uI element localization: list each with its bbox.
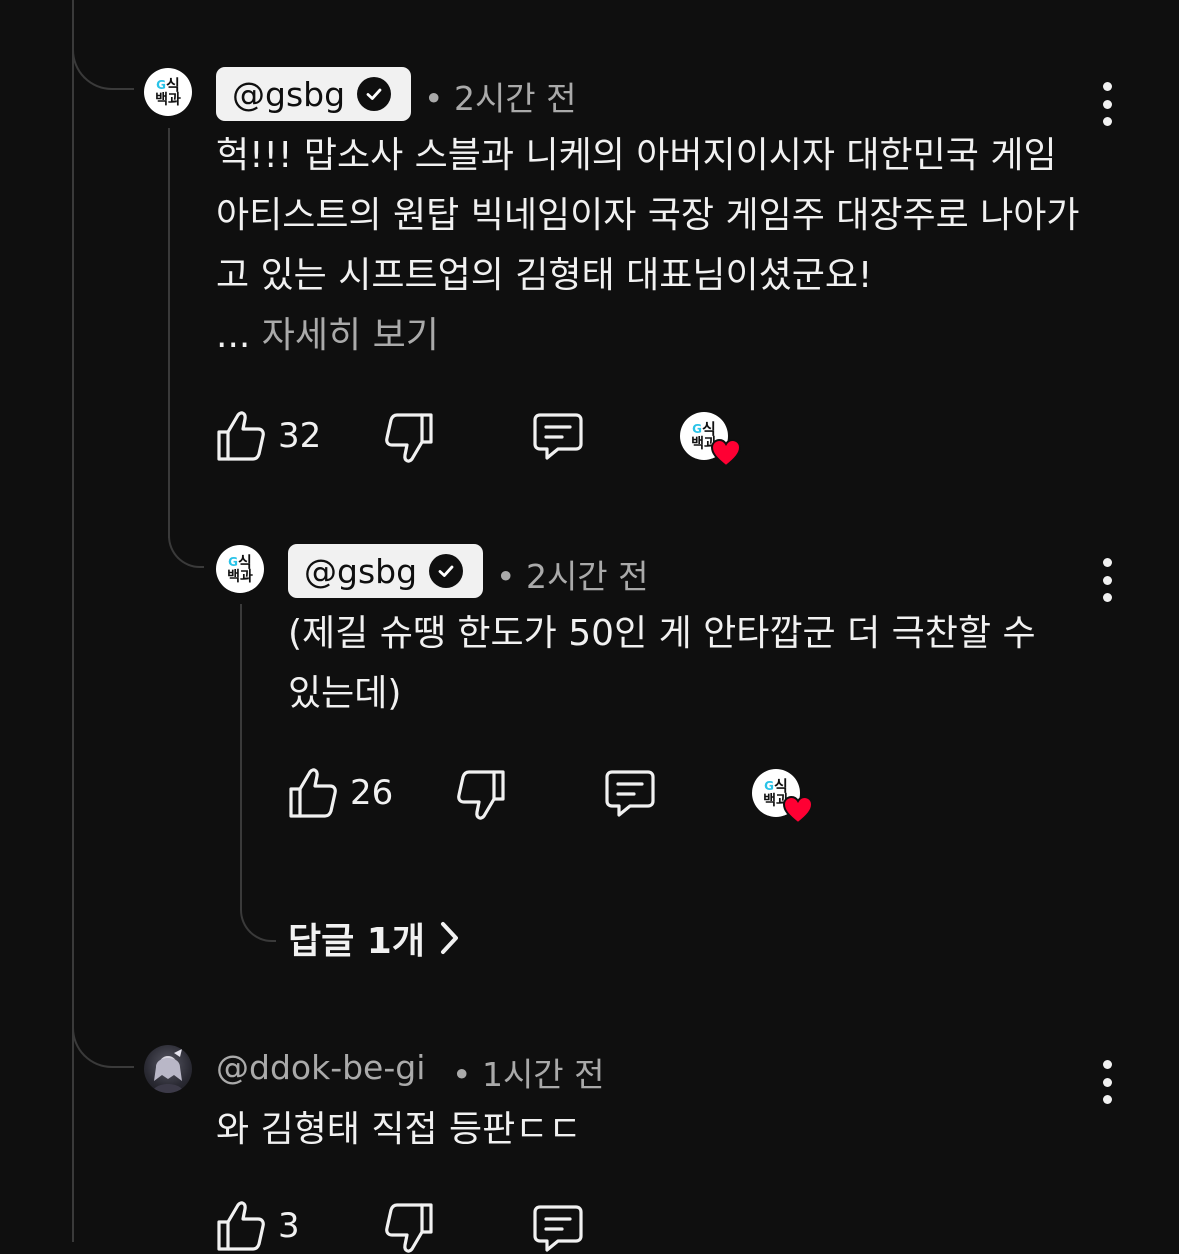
author-name-badge[interactable]: @gsbg bbox=[216, 67, 411, 121]
checkmark-icon bbox=[357, 77, 392, 111]
thread-line-nested bbox=[240, 604, 242, 864]
thumb-up-icon[interactable] bbox=[216, 1200, 266, 1252]
comment-icon[interactable] bbox=[604, 769, 656, 819]
avatar[interactable]: G 식 백과 bbox=[216, 545, 264, 593]
replies-label: 답글 1개 bbox=[288, 921, 425, 962]
author-name-badge[interactable]: @gsbg bbox=[288, 544, 483, 598]
comment-icon[interactable] bbox=[532, 412, 584, 462]
heart-icon bbox=[782, 795, 814, 825]
logo-g: G bbox=[228, 555, 239, 569]
more-vertical-icon[interactable] bbox=[1097, 558, 1117, 602]
checkmark-icon bbox=[429, 554, 464, 588]
more-vertical-icon[interactable] bbox=[1097, 1060, 1117, 1104]
like-count: 32 bbox=[278, 416, 322, 456]
thumb-down-icon[interactable] bbox=[456, 769, 506, 821]
thread-line-main bbox=[72, 0, 74, 1242]
avatar[interactable] bbox=[144, 1045, 192, 1093]
logo-top-text: 식 bbox=[774, 776, 788, 795]
timestamp: • 2시간 전 bbox=[424, 79, 577, 118]
logo-bottom-text: 백과 bbox=[227, 568, 253, 585]
anime-avatar-icon bbox=[152, 1049, 184, 1093]
thumb-up-icon[interactable] bbox=[288, 767, 338, 819]
thread-curve-2 bbox=[168, 510, 204, 568]
logo-g: G bbox=[764, 779, 775, 793]
logo-top-text: 식 bbox=[702, 419, 716, 438]
thread-curve-4 bbox=[72, 1010, 134, 1068]
avatar[interactable]: G 식 백과 bbox=[144, 68, 192, 116]
comment-body: 헉!!! 맙소사 스블과 니케의 아버지이시자 대한민국 게임 아티스트의 원탑… bbox=[216, 135, 1080, 296]
author-name: @gsbg bbox=[232, 74, 346, 114]
like-count: 26 bbox=[350, 773, 394, 813]
author-name: @gsbg bbox=[304, 551, 418, 591]
heart-icon bbox=[710, 438, 742, 468]
logo-g: G bbox=[156, 78, 167, 92]
view-replies-button[interactable]: 답글 1개 bbox=[288, 912, 461, 964]
comment-text: (제길 슈땡 한도가 50인 게 안타깝군 더 극찬할 수 있는데) bbox=[288, 604, 1078, 724]
more-vertical-icon[interactable] bbox=[1097, 82, 1117, 126]
logo-g: G bbox=[692, 422, 703, 436]
thread-curve-1 bbox=[72, 40, 134, 90]
thumb-down-icon[interactable] bbox=[384, 412, 434, 464]
chevron-right-icon bbox=[440, 922, 458, 954]
comment-icon[interactable] bbox=[532, 1204, 584, 1254]
thread-line-reply bbox=[168, 128, 170, 538]
comment-text: 헉!!! 맙소사 스블과 니케의 아버지이시자 대한민국 게임 아티스트의 원탑… bbox=[216, 126, 1096, 366]
thread-curve-3 bbox=[240, 862, 276, 942]
author-name[interactable]: @ddok-be-gi bbox=[216, 1048, 425, 1087]
more-prefix: ... bbox=[216, 315, 262, 356]
thumb-down-icon[interactable] bbox=[384, 1202, 434, 1254]
logo-top-text: 식 bbox=[166, 75, 180, 94]
read-more-link[interactable]: 자세히 보기 bbox=[262, 315, 439, 356]
like-count: 3 bbox=[278, 1206, 300, 1246]
timestamp: • 1시간 전 bbox=[452, 1055, 605, 1094]
timestamp: • 2시간 전 bbox=[496, 557, 649, 596]
comment-body: 와 김형태 직접 등판ㄷㄷ bbox=[216, 1109, 582, 1150]
thumb-up-icon[interactable] bbox=[216, 410, 266, 462]
logo-bottom-text: 백과 bbox=[155, 91, 181, 108]
logo-top-text: 식 bbox=[238, 552, 252, 571]
comment-body: (제길 슈땡 한도가 50인 게 안타깝군 더 극찬할 수 있는데) bbox=[288, 613, 1036, 714]
comment-text: 와 김형태 직접 등판ㄷㄷ bbox=[216, 1100, 1076, 1160]
